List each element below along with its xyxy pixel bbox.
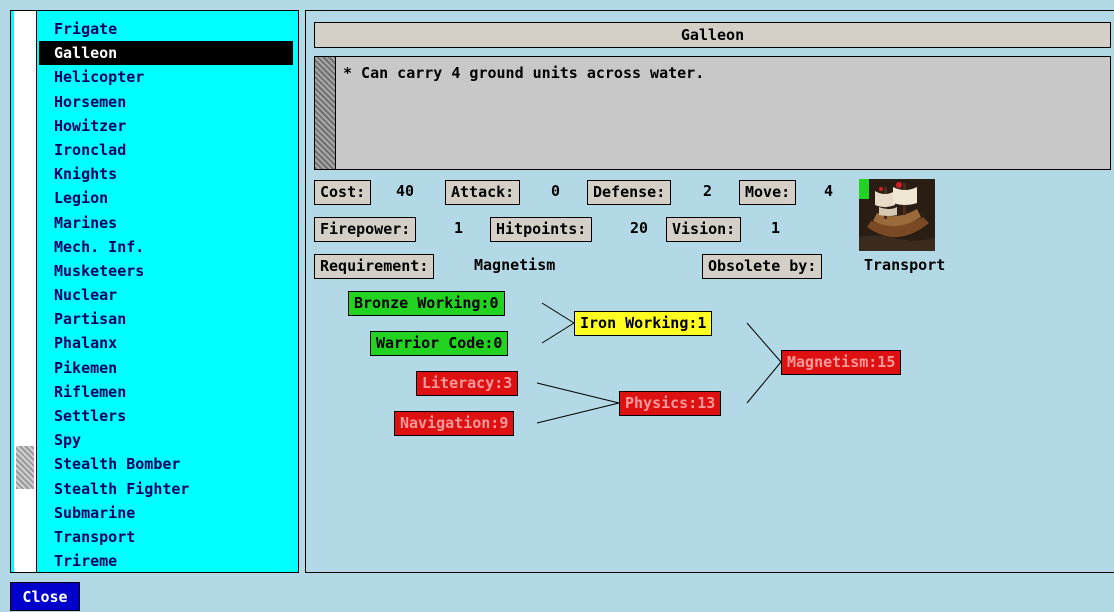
connector-line (536, 382, 620, 404)
tech-warrior-code[interactable]: Warrior Code:0 (370, 331, 509, 356)
vision-label[interactable]: Vision: (666, 217, 742, 242)
unit-list-item[interactable]: Stealth Fighter (39, 477, 293, 501)
unit-list-item[interactable]: Submarine (39, 501, 293, 525)
obsolete-by-value[interactable]: Transport (864, 254, 945, 277)
unit-list-item[interactable]: Partisan (39, 307, 293, 331)
tech-navigation[interactable]: Navigation:9 (394, 411, 515, 436)
unit-list-item[interactable]: Legion (39, 186, 293, 210)
attack-value: 0 (551, 182, 561, 200)
unit-list-item[interactable]: Mech. Inf. (39, 235, 293, 259)
help-text: * Can carry 4 ground units across water. (343, 64, 705, 82)
help-text-box: * Can carry 4 ground units across water. (314, 56, 1111, 170)
cost-value: 40 (396, 182, 415, 200)
defense-value: 2 (703, 182, 713, 200)
unit-list-item[interactable]: Galleon (39, 41, 293, 66)
unit-list-item[interactable]: Trireme (39, 549, 293, 573)
scrollbar-thumb[interactable] (16, 446, 34, 489)
tech-physics[interactable]: Physics:13 (619, 391, 722, 416)
unit-list-item[interactable]: Ironclad (39, 138, 293, 162)
unit-list-item[interactable]: Pikemen (39, 356, 293, 380)
unit-list-item[interactable]: Transport (39, 525, 293, 549)
tech-bronze-working[interactable]: Bronze Working:0 (348, 291, 505, 316)
requirement-value[interactable]: Magnetism (474, 254, 555, 277)
firepower-value: 1 (454, 219, 464, 237)
unit-title: Galleon (314, 22, 1111, 48)
unit-list-item[interactable]: Settlers (39, 404, 293, 428)
connector-line (746, 361, 782, 404)
unit-list-item[interactable]: Phalanx (39, 331, 293, 355)
unit-list-scrollbar[interactable] (14, 11, 37, 572)
connector-line (536, 402, 620, 424)
connector-line (541, 302, 575, 324)
galleon-ship-icon (859, 179, 935, 251)
close-button[interactable]: Close (10, 582, 80, 611)
unit-list-item[interactable]: Horsemen (39, 90, 293, 114)
unit-list: Frigate Galleon Helicopter Horsemen Howitzer… (39, 17, 293, 573)
cost-label[interactable]: Cost: (314, 180, 372, 205)
unit-list-item[interactable]: Riflemen (39, 380, 293, 404)
vision-value: 1 (771, 219, 781, 237)
requirement-label[interactable]: Requirement: (314, 254, 435, 279)
tech-literacy[interactable]: Literacy:3 (416, 371, 519, 396)
unit-list-panel: Frigate Galleon Helicopter Horsemen Howitzer… (10, 10, 299, 573)
hitpoints-label[interactable]: Hitpoints: (490, 217, 593, 242)
connector-line (746, 322, 782, 363)
firepower-label[interactable]: Firepower: (314, 217, 417, 242)
connector-line (541, 322, 575, 344)
move-label[interactable]: Move: (739, 180, 797, 205)
unit-list-item[interactable]: Howitzer (39, 114, 293, 138)
tech-iron-working[interactable]: Iron Working:1 (574, 311, 713, 336)
unit-list-item[interactable]: Spy (39, 428, 293, 452)
unit-list-item[interactable]: Musketeers (39, 259, 293, 283)
unit-list-item[interactable]: Knights (39, 162, 293, 186)
unit-list-item[interactable]: Helicopter (39, 65, 293, 89)
move-value: 4 (824, 182, 834, 200)
obsolete-by-label[interactable]: Obsolete by: (702, 254, 823, 279)
unit-list-item[interactable]: Marines (39, 211, 293, 235)
unit-list-item[interactable]: Stealth Bomber (39, 452, 293, 476)
defense-label[interactable]: Defense: (587, 180, 672, 205)
help-text-scrollbar[interactable] (315, 57, 336, 169)
tech-magnetism[interactable]: Magnetism:15 (781, 350, 902, 375)
help-panel: Galleon * Can carry 4 ground units acros… (305, 10, 1114, 573)
unit-list-item[interactable]: Nuclear (39, 283, 293, 307)
attack-label[interactable]: Attack: (445, 180, 521, 205)
hitpoints-value: 20 (630, 219, 649, 237)
tech-tree: Bronze Working:0 Warrior Code:0 Iron Wor… (306, 281, 1114, 461)
unit-list-item[interactable]: Frigate (39, 17, 293, 41)
